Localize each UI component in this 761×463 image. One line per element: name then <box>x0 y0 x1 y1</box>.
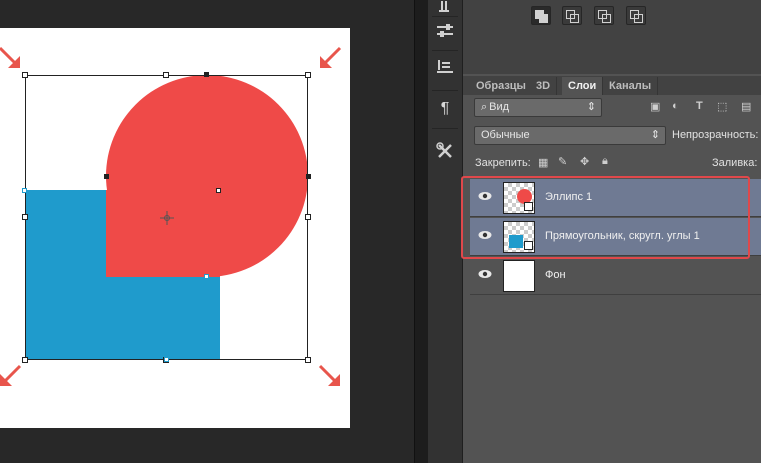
blend-mode-value: Обычные <box>481 129 530 141</box>
tool-separator <box>432 90 458 91</box>
character-styles-icon[interactable] <box>432 54 458 80</box>
arrow-top-left-icon <box>0 46 20 68</box>
opacity-label: Непрозрачность: <box>672 129 759 141</box>
arrow-bottom-right-icon <box>318 364 340 386</box>
rect-corner-handle[interactable] <box>216 188 221 193</box>
eye-visibility-icon[interactable] <box>478 269 492 279</box>
panel-icon-column: ¶ <box>428 0 463 463</box>
transform-handle-top[interactable] <box>163 72 169 78</box>
adjustments-sliders-icon[interactable] <box>432 18 458 44</box>
canvas-area[interactable] <box>0 0 414 463</box>
ellipse-anchor-right[interactable] <box>306 174 311 179</box>
search-icon: ⌕ <box>481 101 488 113</box>
fill-label: Заливка: <box>712 157 758 169</box>
tool-separator <box>432 16 458 17</box>
exclude-overlap-icon[interactable] <box>626 6 646 25</box>
transform-handle-right[interactable] <box>305 214 311 220</box>
transform-handle-left[interactable] <box>22 214 28 220</box>
rect-anchor-bottom[interactable] <box>164 357 169 362</box>
paragraph-icon[interactable]: ¶ <box>432 96 458 122</box>
layer-filter-select[interactable]: ⌕ Вид ⇕ <box>474 98 602 117</box>
layer-filter-label: Вид <box>489 101 510 113</box>
layer-name[interactable]: Фон <box>545 269 566 281</box>
unite-shapes-icon[interactable] <box>531 6 551 25</box>
ellipse-anchor-bottom[interactable] <box>204 274 209 279</box>
arrow-top-right-icon <box>320 46 342 68</box>
chevron-updown-icon: ⇕ <box>586 101 596 113</box>
filter-type-icon[interactable]: T <box>696 100 703 112</box>
layer-row[interactable]: Фон <box>470 257 761 295</box>
layer-thumbnail <box>503 260 535 292</box>
intersect-shapes-icon[interactable] <box>594 6 614 25</box>
brush-presets-icon[interactable] <box>432 0 458 14</box>
filter-adjustment-icon[interactable]: ◐ <box>672 100 679 112</box>
ellipse-anchor-left[interactable] <box>104 174 109 179</box>
filter-smart-object-icon[interactable]: ▤ <box>741 100 751 113</box>
tab-swatches[interactable]: Образцы <box>470 77 533 95</box>
rect-anchor-top-left[interactable] <box>22 188 27 193</box>
tab-channels[interactable]: Каналы <box>603 77 659 95</box>
filter-pixel-icon[interactable]: ▣ <box>650 100 660 113</box>
chevron-updown-icon: ⇕ <box>650 129 660 141</box>
filter-shape-icon[interactable]: ⬚ <box>717 100 727 113</box>
lock-all-icon[interactable]: 🔒︎ <box>602 155 608 168</box>
tool-separator <box>432 128 458 129</box>
subtract-shape-icon[interactable] <box>562 6 582 25</box>
lock-transparency-icon[interactable]: ▦ <box>538 156 548 169</box>
ellipse-anchor-top[interactable] <box>204 72 209 77</box>
arrow-bottom-left-icon <box>0 364 22 386</box>
selection-highlight-box <box>461 176 750 259</box>
transform-center-crosshair-icon[interactable] <box>160 211 174 225</box>
blend-mode-select[interactable]: Обычные ⇕ <box>474 126 666 145</box>
panel-divider[interactable] <box>414 0 429 463</box>
tool-separator <box>432 50 458 51</box>
tab-3d[interactable]: 3D <box>530 77 558 95</box>
tools-icon[interactable] <box>432 138 458 164</box>
lock-move-icon[interactable]: ✥ <box>580 155 589 168</box>
path-operations-bar <box>463 0 761 74</box>
lock-paint-brush-icon[interactable]: ✎ <box>558 155 567 168</box>
lock-label: Закрепить: <box>475 157 531 169</box>
tab-layers[interactable]: Слои <box>562 77 604 95</box>
